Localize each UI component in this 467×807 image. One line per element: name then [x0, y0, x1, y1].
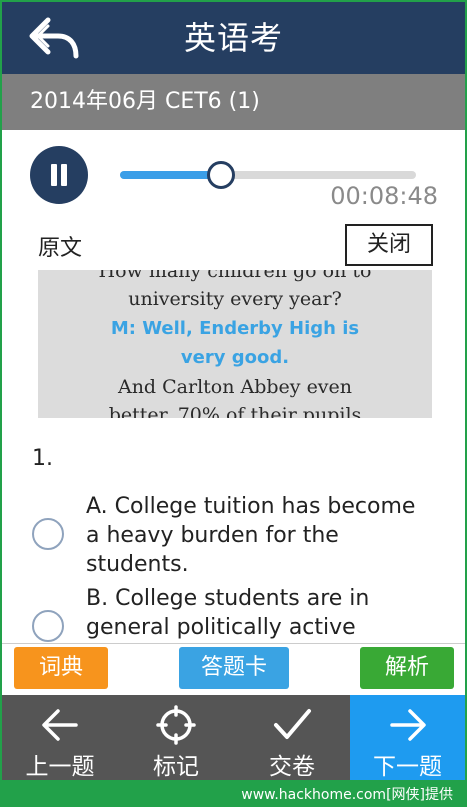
pause-icon-bar	[61, 164, 67, 186]
close-transcript-button[interactable]: 关闭	[345, 224, 433, 266]
option-b-radio[interactable]	[32, 610, 64, 642]
option-a[interactable]: A. College tuition has become a heavy bu…	[2, 492, 465, 580]
audio-time: 00:08:48	[330, 182, 438, 210]
option-line: general politically active	[86, 615, 356, 640]
transcript-line: very good.	[180, 347, 290, 368]
arrow-left-icon	[42, 709, 78, 741]
transcript-line: M: Well, Enderby High is	[110, 318, 360, 339]
watermark-footer: www.hackhome.com[网侠]提供	[0, 780, 467, 807]
option-a-text: A. College tuition has become a heavy bu…	[86, 492, 446, 579]
option-line: A. College tuition has become	[86, 494, 416, 519]
pause-icon	[51, 164, 57, 186]
option-line: B. College students are in	[86, 586, 370, 611]
arrow-right-icon	[389, 709, 426, 741]
option-a-radio[interactable]	[32, 518, 64, 550]
action-row: 词典 答题卡 解析	[2, 643, 465, 695]
target-icon	[156, 705, 196, 745]
exam-name: 2014年06月 CET6 (1)	[30, 89, 260, 114]
transcript-line: And Carlton Abbey even	[117, 376, 353, 398]
transcript-line: better, 70% of their pupils	[108, 404, 362, 418]
audio-progress-thumb[interactable]	[207, 161, 235, 189]
back-button[interactable]	[28, 16, 84, 60]
transcript-line: university every year?	[128, 288, 342, 310]
audio-progress-track[interactable]	[120, 171, 416, 179]
question-number: 1.	[32, 446, 53, 471]
back-arrow-icon	[29, 17, 79, 59]
submit-button[interactable]: 交卷	[234, 695, 350, 780]
dictionary-button[interactable]: 词典	[14, 647, 108, 689]
option-line: a heavy burden for the	[86, 523, 339, 548]
prev-question-label: 上一题	[25, 754, 95, 780]
option-b-text: B. College students are in general polit…	[86, 584, 446, 642]
app-window: 英语考 2014年06月 CET6 (1) 00:08:48 原文 关闭 How…	[2, 2, 465, 780]
checkmark-icon	[274, 709, 311, 739]
answer-card-button[interactable]: 答题卡	[179, 647, 289, 689]
option-line: students.	[86, 552, 189, 577]
bottom-nav: 上一题 标记 交卷 下一题	[2, 695, 465, 780]
mark-button[interactable]: 标记	[118, 695, 234, 780]
mark-label: 标记	[153, 754, 199, 780]
exam-subheader: 2014年06月 CET6 (1)	[2, 74, 465, 130]
prev-question-button[interactable]: 上一题	[2, 695, 118, 780]
transcript-line: How many children go on to	[98, 270, 372, 282]
transcript-label: 原文	[38, 236, 83, 261]
audio-progress-fill	[120, 171, 221, 179]
analysis-button[interactable]: 解析	[360, 647, 454, 689]
pause-button[interactable]	[30, 146, 88, 204]
option-b[interactable]: B. College students are in general polit…	[2, 584, 465, 644]
watermark-text: www.hackhome.com[网侠]提供	[241, 787, 453, 803]
submit-label: 交卷	[269, 754, 315, 780]
transcript-box[interactable]: How many children go on to university ev…	[38, 270, 432, 418]
header-bar: 英语考	[2, 2, 465, 74]
next-question-button[interactable]: 下一题	[350, 695, 465, 780]
next-question-label: 下一题	[373, 754, 442, 780]
